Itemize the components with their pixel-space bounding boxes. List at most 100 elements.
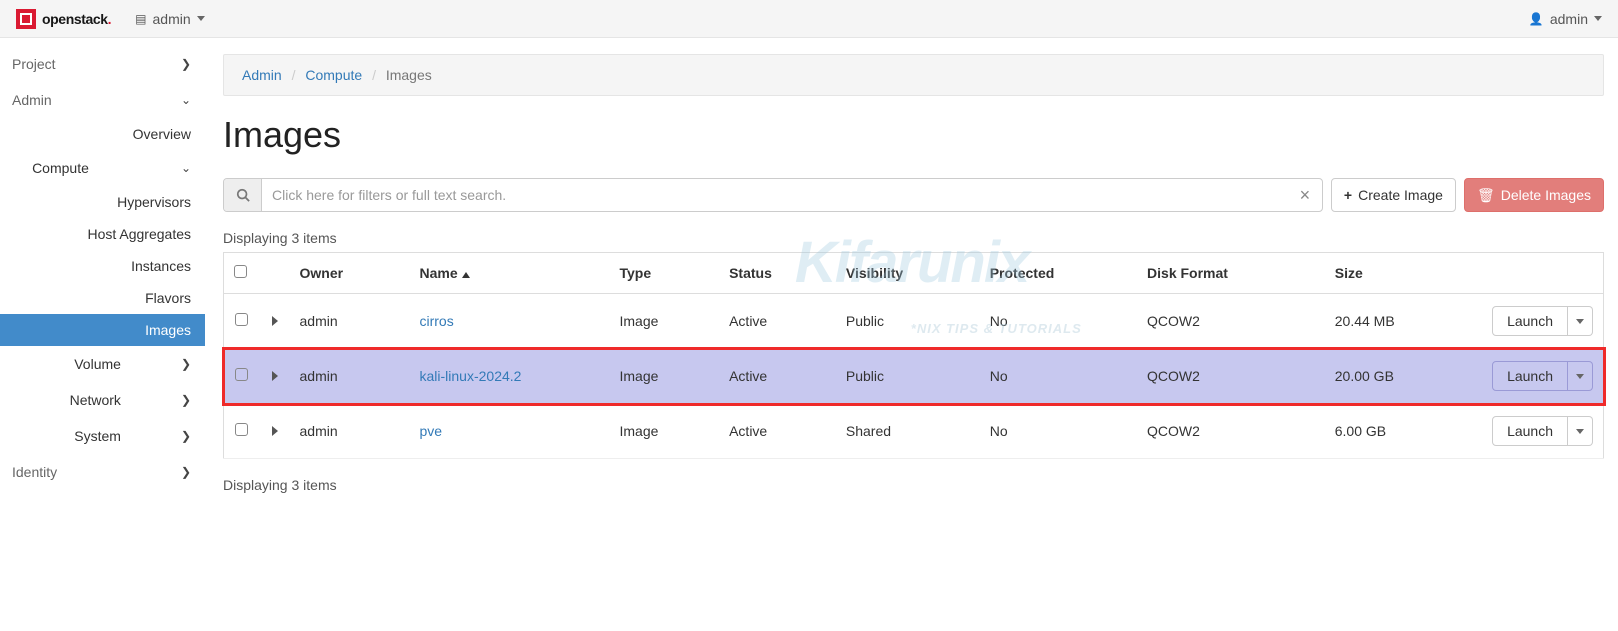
toolbar: × + Create Image 🗑 Delete Images	[223, 178, 1604, 212]
image-name-link[interactable]: kali-linux-2024.2	[420, 368, 522, 384]
sidebar-item-network[interactable]: Network ❯	[0, 382, 205, 418]
chevron-right-icon: ❯	[181, 393, 191, 407]
col-name[interactable]: Name	[410, 253, 610, 294]
row-checkbox[interactable]	[235, 423, 248, 436]
chevron-right-icon: ❯	[181, 465, 191, 479]
sidebar-item-overview[interactable]: Overview	[0, 118, 205, 150]
cell-protected: No	[980, 404, 1137, 459]
row-actions-dropdown[interactable]	[1568, 416, 1593, 446]
cell-owner: admin	[290, 404, 410, 459]
col-type[interactable]: Type	[610, 253, 720, 294]
expand-icon[interactable]	[272, 426, 278, 436]
domain-icon: ▤	[135, 12, 146, 26]
chevron-down-icon	[197, 16, 205, 21]
cell-size: 20.00 GB	[1325, 349, 1474, 404]
trash-icon: 🗑	[1477, 187, 1495, 204]
sidebar-item-system[interactable]: System ❯	[0, 418, 205, 454]
search-group: ×	[223, 178, 1323, 212]
table-row: admin pve Image Active Shared No QCOW2 6…	[224, 404, 1604, 459]
sidebar-item-identity[interactable]: Identity ❯	[0, 454, 205, 490]
table-row: admin kali-linux-2024.2 Image Active Pub…	[224, 349, 1604, 404]
cell-protected: No	[980, 349, 1137, 404]
col-protected[interactable]: Protected	[980, 253, 1137, 294]
breadcrumb-compute[interactable]: Compute	[305, 67, 362, 83]
col-status[interactable]: Status	[719, 253, 836, 294]
image-name-link[interactable]: pve	[420, 423, 443, 439]
chevron-down-icon	[1576, 319, 1584, 324]
topbar: openstack. ▤ admin 👤 admin	[0, 0, 1618, 38]
user-menu-label: admin	[1550, 11, 1588, 27]
chevron-down-icon	[1576, 374, 1584, 379]
col-disk-format[interactable]: Disk Format	[1137, 253, 1325, 294]
sort-asc-icon	[462, 272, 470, 278]
cell-visibility: Public	[836, 349, 980, 404]
images-table: Owner Name Type Status Visibility Protec…	[223, 252, 1604, 459]
brand-name: openstack.	[42, 11, 111, 27]
search-clear[interactable]: ×	[1288, 179, 1322, 211]
breadcrumb-admin[interactable]: Admin	[242, 67, 282, 83]
search-input[interactable]	[262, 179, 1288, 211]
chevron-right-icon: ❯	[181, 357, 191, 371]
expand-icon[interactable]	[272, 371, 278, 381]
cell-protected: No	[980, 294, 1137, 349]
sidebar-item-flavors[interactable]: Flavors	[0, 282, 205, 314]
launch-button[interactable]: Launch	[1492, 306, 1568, 336]
cell-size: 20.44 MB	[1325, 294, 1474, 349]
chevron-right-icon: ❯	[181, 429, 191, 443]
sidebar: Project ❯ Admin ⌄ Overview Compute ⌄ Hyp…	[0, 38, 205, 499]
sidebar-item-images[interactable]: Images	[0, 314, 205, 346]
table-header-row: Owner Name Type Status Visibility Protec…	[224, 253, 1604, 294]
cell-owner: admin	[290, 349, 410, 404]
brand-logo[interactable]: openstack.	[16, 9, 111, 29]
cell-disk-format: QCOW2	[1137, 294, 1325, 349]
launch-button[interactable]: Launch	[1492, 361, 1568, 391]
chevron-right-icon: ❯	[181, 57, 191, 71]
plus-icon: +	[1344, 187, 1352, 203]
chevron-down-icon	[1576, 429, 1584, 434]
chevron-down-icon: ⌄	[181, 161, 191, 175]
cell-owner: admin	[290, 294, 410, 349]
sidebar-item-project[interactable]: Project ❯	[0, 46, 205, 82]
expand-icon[interactable]	[272, 316, 278, 326]
sidebar-item-compute[interactable]: Compute ⌄	[0, 150, 205, 186]
image-name-link[interactable]: cirros	[420, 313, 454, 329]
project-selector[interactable]: ▤ admin	[135, 11, 204, 27]
page-title: Images	[223, 114, 1604, 156]
sidebar-item-admin[interactable]: Admin ⌄	[0, 82, 205, 118]
chevron-down-icon: ⌄	[181, 93, 191, 107]
row-actions-dropdown[interactable]	[1568, 361, 1593, 391]
cell-status: Active	[719, 294, 836, 349]
cell-status: Active	[719, 404, 836, 459]
cell-type: Image	[610, 349, 720, 404]
sidebar-item-host-aggregates[interactable]: Host Aggregates	[0, 218, 205, 250]
sidebar-item-hypervisors[interactable]: Hypervisors	[0, 186, 205, 218]
project-selector-label: admin	[153, 11, 191, 27]
sidebar-item-volume[interactable]: Volume ❯	[0, 346, 205, 382]
select-all-checkbox[interactable]	[234, 265, 247, 278]
breadcrumb-current: Images	[386, 67, 432, 83]
col-size[interactable]: Size	[1325, 253, 1474, 294]
table-row: admin cirros Image Active Public No QCOW…	[224, 294, 1604, 349]
main-content: Kifarunix *NIX TIPS & TUTORIALS Admin / …	[205, 38, 1618, 499]
row-actions-dropdown[interactable]	[1568, 306, 1593, 336]
delete-images-button[interactable]: 🗑 Delete Images	[1464, 178, 1604, 212]
create-image-button[interactable]: + Create Image	[1331, 178, 1456, 212]
chevron-down-icon	[1594, 16, 1602, 21]
launch-button[interactable]: Launch	[1492, 416, 1568, 446]
sidebar-item-instances[interactable]: Instances	[0, 250, 205, 282]
cell-size: 6.00 GB	[1325, 404, 1474, 459]
cell-disk-format: QCOW2	[1137, 404, 1325, 459]
row-checkbox[interactable]	[235, 313, 248, 326]
item-count-bottom: Displaying 3 items	[223, 477, 1604, 493]
cell-disk-format: QCOW2	[1137, 349, 1325, 404]
row-checkbox[interactable]	[235, 368, 248, 381]
user-menu[interactable]: 👤 admin	[1529, 11, 1602, 27]
cell-status: Active	[719, 349, 836, 404]
breadcrumb: Admin / Compute / Images	[223, 54, 1604, 96]
user-icon: 👤	[1529, 12, 1544, 26]
col-visibility[interactable]: Visibility	[836, 253, 980, 294]
cell-type: Image	[610, 294, 720, 349]
cell-type: Image	[610, 404, 720, 459]
openstack-icon	[16, 9, 36, 29]
col-owner[interactable]: Owner	[290, 253, 410, 294]
